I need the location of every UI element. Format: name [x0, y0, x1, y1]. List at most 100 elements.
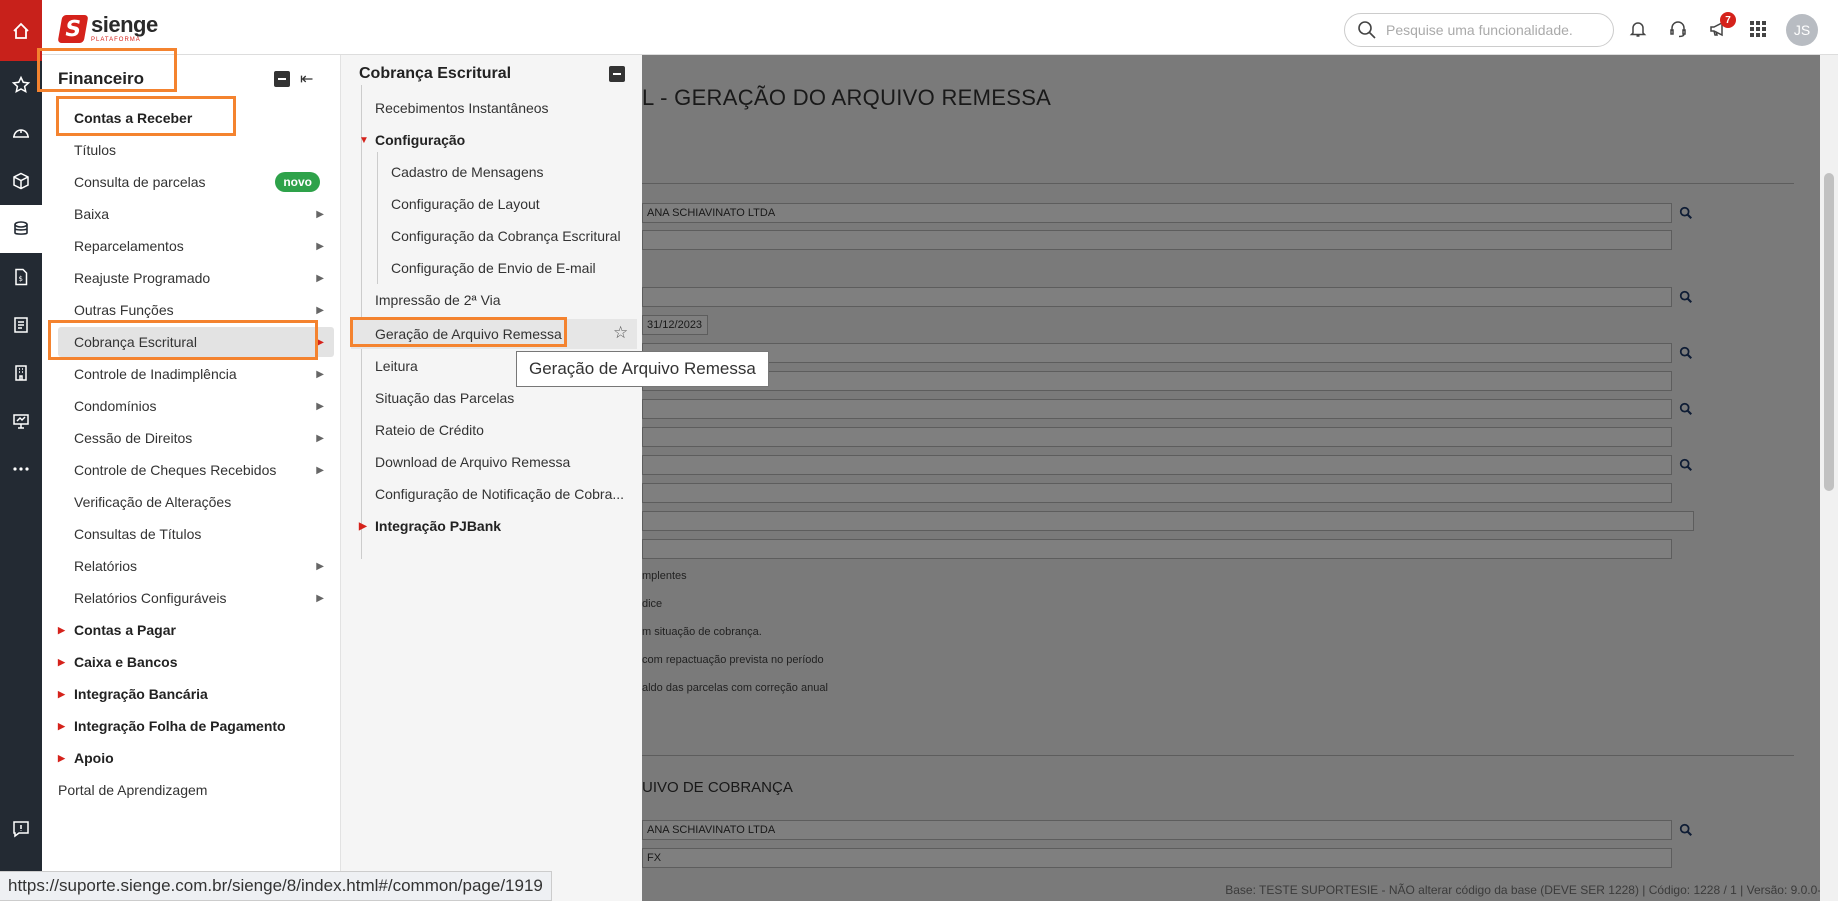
menu-section-apoio[interactable]: ▶ Apoio — [58, 743, 334, 773]
chevron-right-icon: ▶ — [316, 560, 324, 572]
menu-item-cobranca-escritural[interactable]: Cobrança Escritural ▶ — [58, 327, 334, 357]
logo-subtitle: PLATAFORMA — [91, 37, 141, 43]
section-label: Contas a Pagar — [74, 622, 176, 638]
receipt-icon[interactable] — [0, 301, 42, 349]
section-label: Integração Bancária — [74, 686, 208, 702]
portal-aprendizagem-link[interactable]: Portal de Aprendizagem — [42, 775, 318, 805]
chevron-right-icon: ▶ — [316, 432, 324, 444]
menu-section-caixa-bancos[interactable]: ▶ Caixa e Bancos — [58, 647, 334, 677]
menu-item-label: Condomínios — [74, 398, 157, 414]
svg-text:$: $ — [19, 275, 23, 283]
menu-section-integracao-folha[interactable]: ▶ Integração Folha de Pagamento — [58, 711, 334, 741]
chevron-right-icon: ▶ — [316, 272, 324, 284]
submenu-group-configuracao[interactable]: ▼ Configuração — [359, 126, 466, 154]
chat-icon[interactable] — [0, 805, 42, 853]
megaphone-icon[interactable]: 7 — [1707, 12, 1736, 40]
submenu-item-leitura[interactable]: Leitura — [375, 352, 418, 380]
menu-title: Financeiro — [58, 69, 144, 88]
menu-item-label: Verificação de Alterações — [74, 494, 232, 510]
scrollbar[interactable] — [1820, 55, 1838, 901]
close-menu-icon[interactable]: ⇤ — [300, 69, 313, 89]
submenu-item-impressao-2via[interactable]: Impressão de 2ª Via — [375, 286, 501, 314]
caret-right-icon: ▶ — [58, 752, 65, 763]
menu-item-label: Consultas de Títulos — [74, 526, 202, 542]
search-icon — [1358, 21, 1376, 39]
caret-right-icon: ▶ — [58, 688, 65, 699]
building-icon[interactable] — [0, 349, 42, 397]
menu-item-label: Reparcelamentos — [74, 238, 184, 254]
submenu-group-integracao-pjbank[interactable]: ▶ Integração PJBank — [359, 512, 501, 540]
menu-item-controle-cheques[interactable]: Controle de Cheques Recebidos ▶ — [58, 455, 334, 485]
menu-item-label: Cessão de Direitos — [74, 430, 193, 446]
modal-overlay[interactable] — [642, 55, 1838, 901]
monitor-icon[interactable] — [0, 397, 42, 445]
submenu-item-configuracao-envio-email[interactable]: Configuração de Envio de E-mail — [391, 254, 596, 282]
menu-item-verificacao-alteracoes[interactable]: Verificação de Alterações — [58, 487, 334, 517]
caret-right-icon: ▶ — [359, 520, 367, 532]
menu-item-cessao-direitos[interactable]: Cessão de Direitos ▶ — [58, 423, 334, 453]
menu-item-reparcelamentos[interactable]: Reparcelamentos ▶ — [58, 231, 334, 261]
menu-item-label: Relatórios — [74, 558, 138, 574]
collapse-all-icon[interactable] — [274, 71, 290, 87]
chevron-right-icon: ▶ — [316, 592, 324, 604]
bell-icon[interactable] — [1627, 18, 1649, 40]
tree-line — [377, 152, 378, 284]
apps-grid-icon[interactable] — [1747, 18, 1769, 40]
search-box[interactable] — [1344, 13, 1614, 47]
section-label: Caixa e Bancos — [74, 654, 178, 670]
submenu-item-rateio-credito[interactable]: Rateio de Crédito — [375, 416, 484, 444]
menu-item-reajuste-programado[interactable]: Reajuste Programado ▶ — [58, 263, 334, 293]
collapse-all-icon[interactable] — [609, 66, 625, 82]
menu-item-condominios[interactable]: Condomínios ▶ — [58, 391, 334, 421]
status-url: https://suporte.sienge.com.br/sienge/8/i… — [0, 871, 552, 901]
box-icon[interactable] — [0, 157, 42, 205]
submenu-item-geracao-arquivo-remessa[interactable]: Geração de Arquivo Remessa — [375, 320, 562, 348]
menu-item-label: Baixa — [74, 206, 110, 222]
star-icon[interactable]: ☆ — [613, 323, 628, 343]
sienge-logo[interactable]: S sienge PLATAFORMA — [57, 12, 158, 43]
group-label: Configuração — [375, 132, 466, 148]
submenu-item-configuracao-layout[interactable]: Configuração de Layout — [391, 190, 540, 218]
submenu-item-recebimentos-instantaneos[interactable]: Recebimentos Instantâneos — [375, 94, 549, 122]
menu-item-titulos[interactable]: Títulos — [58, 135, 334, 165]
submenu-item-situacao-parcelas[interactable]: Situação das Parcelas — [375, 384, 514, 412]
menu-item-label: Controle de Cheques Recebidos — [74, 462, 277, 478]
menu-item-outras-funcoes[interactable]: Outras Funções ▶ — [58, 295, 334, 325]
menu-item-relatorios-configuraveis[interactable]: Relatórios Configuráveis ▶ — [58, 583, 334, 613]
menu-panel-financeiro: Financeiro ⇤ Contas a Receber Títulos Co… — [42, 55, 340, 901]
menu-item-consultas-titulos[interactable]: Consultas de Títulos — [58, 519, 334, 549]
menu-item-label: Títulos — [74, 142, 117, 158]
more-icon[interactable] — [0, 445, 42, 493]
caret-right-icon: ▶ — [58, 624, 65, 635]
link-label: Portal de Aprendizagem — [58, 782, 208, 798]
submenu-item-configuracao-cobranca[interactable]: Configuração da Cobrança Escritural — [391, 222, 621, 250]
star-icon[interactable] — [0, 61, 42, 109]
submenu-item-cadastro-mensagens[interactable]: Cadastro de Mensagens — [391, 158, 544, 186]
chevron-right-icon: ▶ — [316, 368, 324, 380]
menu-section-contas-a-pagar[interactable]: ▶ Contas a Pagar — [58, 615, 334, 645]
chevron-right-icon: ▶ — [316, 400, 324, 412]
document-money-icon[interactable]: $ — [0, 253, 42, 301]
menu-item-consulta-parcelas[interactable]: Consulta de parcelas novo — [58, 167, 334, 197]
coins-icon[interactable] — [0, 205, 42, 253]
menu-item-controle-inadimplencia[interactable]: Controle de Inadimplência ▶ — [58, 359, 334, 389]
chevron-right-icon: ▶ — [316, 336, 324, 348]
avatar[interactable]: JS — [1786, 14, 1818, 46]
chevron-right-icon: ▶ — [316, 464, 324, 476]
submenu-panel-cobranca-escritural: Cobrança Escritural Recebimentos Instant… — [340, 55, 642, 901]
home-icon[interactable] — [0, 0, 42, 61]
menu-section-integracao-bancaria[interactable]: ▶ Integração Bancária — [58, 679, 334, 709]
menu-item-baixa[interactable]: Baixa ▶ — [58, 199, 334, 229]
scrollbar-thumb[interactable] — [1824, 173, 1834, 491]
section-label: Integração Folha de Pagamento — [74, 718, 286, 734]
helmet-icon[interactable] — [0, 109, 42, 157]
search-input[interactable] — [1386, 22, 1586, 38]
menu-section-contas-a-receber[interactable]: Contas a Receber — [58, 103, 334, 133]
submenu-item-configuracao-notificacao[interactable]: Configuração de Notificação de Cobra... — [375, 480, 624, 508]
section-label: Contas a Receber — [74, 110, 193, 126]
headset-icon[interactable] — [1667, 18, 1689, 40]
logo-text: sienge — [91, 12, 158, 37]
submenu-item-download-arquivo-remessa[interactable]: Download de Arquivo Remessa — [375, 448, 570, 476]
submenu-title: Cobrança Escritural — [359, 65, 512, 82]
menu-item-relatorios[interactable]: Relatórios ▶ — [58, 551, 334, 581]
